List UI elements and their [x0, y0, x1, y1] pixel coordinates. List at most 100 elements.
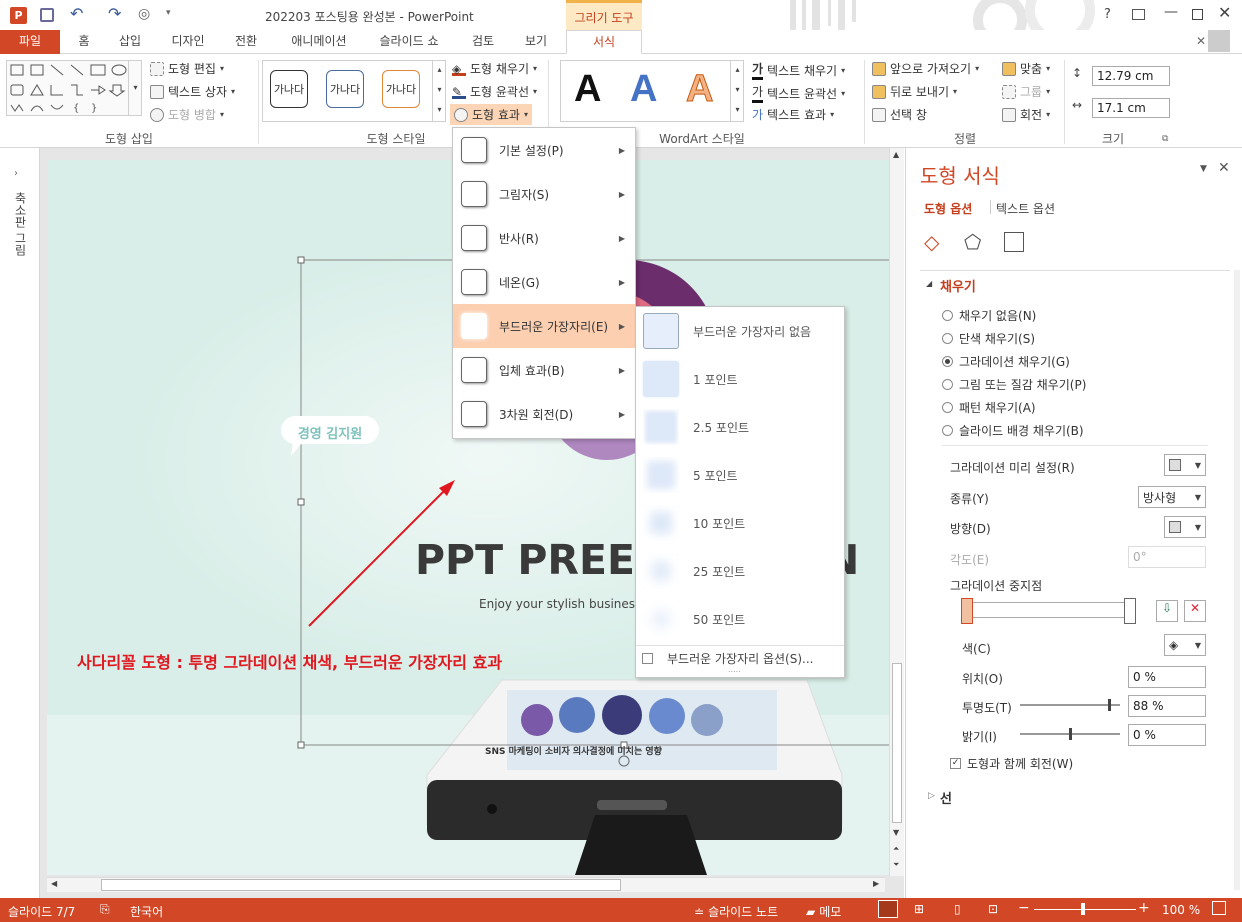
menu-item-preset[interactable]: 기본 설정(P) ▶	[453, 128, 635, 172]
reading-view-icon[interactable]: ▯	[954, 902, 961, 916]
tab-review[interactable]: 검토	[458, 30, 508, 54]
send-backward-button[interactable]: 뒤로 보내기 ▾	[872, 83, 957, 100]
size-launcher-icon[interactable]: ⧉	[1162, 134, 1168, 144]
color-dropdown[interactable]: ◈ ▼	[1164, 634, 1206, 656]
scroll-thumb[interactable]	[892, 663, 902, 823]
ribbon-display-icon[interactable]	[1132, 9, 1145, 20]
zoom-in-icon[interactable]: +	[1138, 900, 1150, 916]
width-input[interactable]: 17.1 cm	[1092, 98, 1170, 118]
soft-edge-5pt[interactable]: 5 포인트	[636, 451, 844, 499]
text-effects-button[interactable]: 가 텍스트 효과 ▾	[752, 106, 834, 123]
prev-slide-icon[interactable]: ⏶	[893, 844, 899, 854]
fill-collapse-icon[interactable]: ◢	[926, 279, 932, 288]
help-button[interactable]: ?	[1104, 7, 1111, 22]
menu-item-shadow[interactable]: 그림자(S) ▶	[453, 172, 635, 216]
soft-edge-none[interactable]: 부드러운 가장자리 없음	[636, 307, 844, 355]
expand-thumbnails-icon[interactable]: ›	[14, 168, 18, 179]
text-box-button[interactable]: 텍스트 상자 ▾	[150, 83, 235, 100]
tab-file[interactable]: 파일	[0, 30, 60, 54]
tab-slideshow[interactable]: 슬라이드 쇼	[368, 30, 450, 54]
hscroll-thumb[interactable]	[101, 879, 621, 891]
pane-close-icon[interactable]: ✕	[1218, 160, 1230, 176]
fill-none-radio[interactable]: 채우기 없음(N)	[942, 307, 1036, 324]
effects-pentagon-icon[interactable]: ⬠	[964, 230, 981, 254]
soft-edge-10pt[interactable]: 10 포인트	[636, 499, 844, 547]
wordart-style-3[interactable]: A	[685, 68, 713, 111]
fill-gradient-radio[interactable]: 그라데이션 채우기(G)	[942, 353, 1070, 370]
pane-options-icon[interactable]: ▼	[1200, 164, 1207, 174]
fill-header[interactable]: 채우기	[940, 276, 976, 295]
group-button[interactable]: 그룹 ▾	[1002, 83, 1050, 100]
brightness-thumb[interactable]	[1069, 728, 1072, 740]
shape-style-1[interactable]: 가나다	[270, 70, 308, 108]
shape-effects-button[interactable]: 도형 효과 ▾	[450, 104, 532, 125]
wordart-style-1[interactable]: A	[574, 68, 601, 111]
fit-slide-icon[interactable]	[1212, 901, 1226, 915]
line-expand-icon[interactable]: ▷	[928, 791, 935, 801]
merge-shapes-button[interactable]: 도형 병합 ▾	[150, 106, 224, 123]
slide-sorter-icon[interactable]: ⊞	[914, 902, 924, 916]
presenter-icon[interactable]: ◎	[138, 6, 150, 22]
horizontal-scrollbar[interactable]: ◀ ▶	[47, 877, 885, 892]
close-button[interactable]: ✕	[1218, 3, 1231, 22]
zoom-thumb[interactable]	[1081, 903, 1085, 915]
minimize-button[interactable]: —	[1164, 4, 1178, 20]
avatar[interactable]	[1208, 30, 1230, 52]
customize-qat-icon[interactable]: ▾	[166, 8, 171, 18]
undo-icon[interactable]: ↶	[70, 4, 83, 23]
text-outline-button[interactable]: 가 텍스트 윤곽선 ▾	[752, 83, 845, 103]
menu-item-reflection[interactable]: 반사(R) ▶	[453, 216, 635, 260]
slide-counter[interactable]: 슬라이드 7/7	[8, 903, 75, 920]
tab-view[interactable]: 보기	[512, 30, 560, 54]
fill-solid-radio[interactable]: 단색 채우기(S)	[942, 330, 1035, 347]
type-dropdown[interactable]: 방사형 ▼	[1138, 486, 1206, 508]
soft-edge-25pt[interactable]: 25 포인트	[636, 547, 844, 595]
slideshow-icon[interactable]: ⊡	[988, 902, 998, 916]
wordart-scroll-icon[interactable]: ▴ ▾ ▾	[730, 60, 744, 122]
rotate-with-shape-checkbox[interactable]: ✓ 도형과 함께 회전(W)	[950, 755, 1073, 772]
wordart-style-2[interactable]: A	[630, 68, 657, 111]
next-slide-icon[interactable]: ⏷	[893, 860, 899, 870]
transparency-thumb[interactable]	[1108, 699, 1111, 711]
tab-format[interactable]: 서식	[566, 30, 642, 54]
maximize-button[interactable]	[1192, 9, 1203, 20]
gradient-stop-0[interactable]	[961, 598, 973, 624]
transparency-slider[interactable]	[1020, 704, 1120, 706]
shape-style-2[interactable]: 가나다	[326, 70, 364, 108]
add-stop-icon[interactable]: ⇩	[1156, 600, 1178, 622]
fill-background-radio[interactable]: 슬라이드 배경 채우기(B)	[942, 422, 1084, 439]
resize-grip[interactable]: .....	[728, 665, 741, 674]
height-input[interactable]: 12.79 cm	[1092, 66, 1170, 86]
preset-dropdown[interactable]: ▼	[1164, 454, 1206, 476]
fill-pattern-radio[interactable]: 패턴 채우기(A)	[942, 399, 1036, 416]
edit-shape-button[interactable]: 도형 편집 ▾	[150, 60, 224, 77]
shapes-gallery[interactable]: {}	[6, 60, 142, 116]
tab-shape-options[interactable]: 도형 옵션	[924, 200, 972, 217]
text-fill-button[interactable]: 가 텍스트 채우기 ▾	[752, 60, 845, 80]
direction-dropdown[interactable]: ▼	[1164, 516, 1206, 538]
size-properties-icon[interactable]	[1004, 232, 1024, 252]
rotate-button[interactable]: 회전 ▾	[1002, 106, 1050, 123]
shape-style-3[interactable]: 가나다	[382, 70, 420, 108]
zoom-out-icon[interactable]: −	[1018, 900, 1030, 916]
tab-design[interactable]: 디자인	[160, 30, 216, 54]
scroll-up-icon[interactable]: ▲	[893, 150, 899, 159]
selection-pane-button[interactable]: 선택 창	[872, 106, 927, 123]
vertical-scrollbar[interactable]: ▲ ▼ ⏶ ⏷	[889, 148, 904, 876]
soft-edge-2_5pt[interactable]: 2.5 포인트	[636, 403, 844, 451]
angle-input[interactable]: 0°	[1128, 546, 1206, 568]
normal-view-icon[interactable]	[878, 900, 898, 918]
line-header[interactable]: 선	[940, 788, 952, 807]
menu-item-glow[interactable]: 네온(G) ▶	[453, 260, 635, 304]
tab-home[interactable]: 홈	[64, 30, 104, 54]
position-input[interactable]: 0 %	[1128, 666, 1206, 688]
collapse-ribbon-icon[interactable]: ✕	[1196, 34, 1206, 48]
save-icon[interactable]	[40, 8, 54, 22]
thumbnail-strip[interactable]: 축소판 그림 ›	[0, 148, 40, 898]
gallery-more-icon[interactable]: ▾	[128, 60, 142, 116]
align-button[interactable]: 맞춤 ▾	[1002, 60, 1050, 77]
transparency-input[interactable]: 88 %	[1128, 695, 1206, 717]
soft-edge-50pt[interactable]: 50 포인트	[636, 595, 844, 643]
remove-stop-icon[interactable]: ✕	[1184, 600, 1206, 622]
scroll-left-icon[interactable]: ◀	[51, 879, 57, 888]
